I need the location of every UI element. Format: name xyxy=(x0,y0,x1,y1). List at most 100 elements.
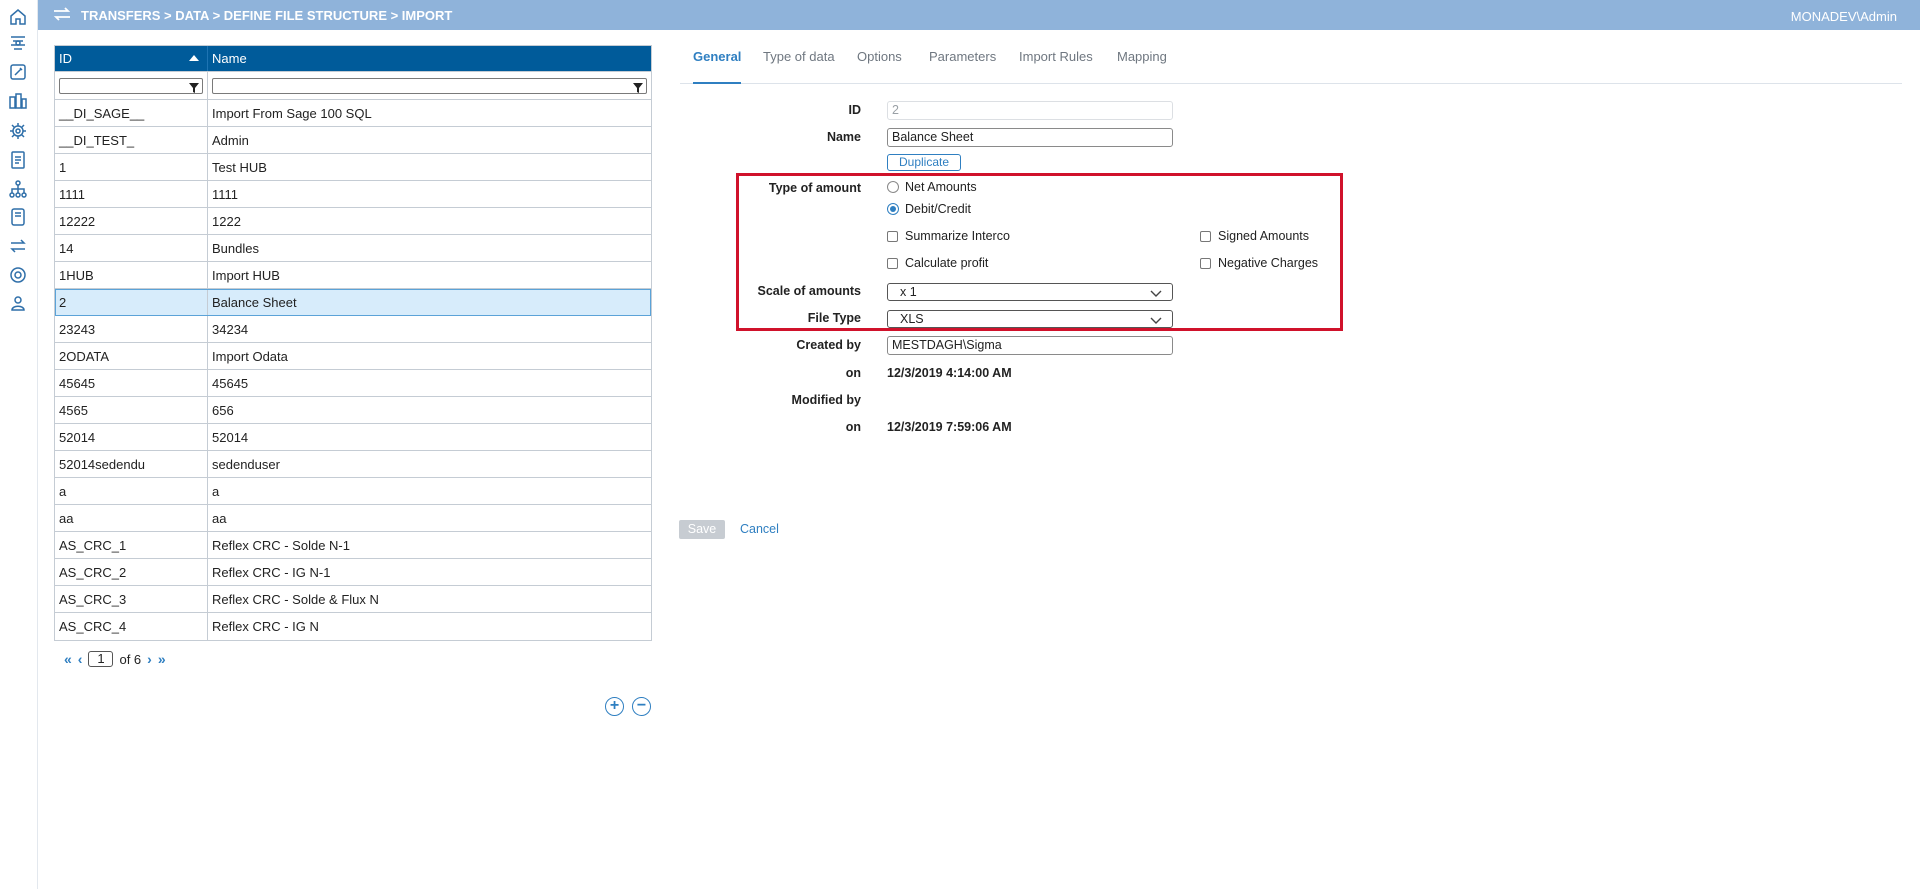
tab-import-rules[interactable]: Import Rules xyxy=(1019,48,1093,84)
table-row[interactable]: 12222 1222 xyxy=(55,208,651,235)
file-type-value: XLS xyxy=(900,312,924,326)
negative-charges-checkbox[interactable]: Negative Charges xyxy=(1200,256,1318,270)
table-row[interactable]: 4565 656 xyxy=(55,397,651,424)
debit-credit-label: Debit/Credit xyxy=(905,202,971,216)
table-row[interactable]: aa xyxy=(55,478,651,505)
table-row[interactable]: 52014 52014 xyxy=(55,424,651,451)
hierarchy-icon[interactable] xyxy=(7,178,29,200)
created-on-value: 12/3/2019 4:14:00 AM xyxy=(887,366,1012,380)
cell-name: 656 xyxy=(212,402,234,418)
cell-name: Test HUB xyxy=(212,159,267,175)
tab-bar: General Type of data Options Parameters … xyxy=(680,48,1902,84)
table-row[interactable]: 2ODATA Import Odata xyxy=(55,343,651,370)
highlight-box xyxy=(736,173,1343,331)
table-row[interactable]: aa aa xyxy=(55,505,651,532)
table-row[interactable]: AS_CRC_3 Reflex CRC - Solde & Flux N xyxy=(55,586,651,613)
remove-row-button[interactable]: − xyxy=(632,697,651,716)
save-button[interactable]: Save xyxy=(679,520,725,539)
cell-id: AS_CRC_1 xyxy=(55,532,208,558)
tab-options[interactable]: Options xyxy=(857,48,902,84)
table-row[interactable]: 23243 34234 xyxy=(55,316,651,343)
table-row[interactable]: AS_CRC_1 Reflex CRC - Solde N-1 xyxy=(55,532,651,559)
modified-on-value: 12/3/2019 7:59:06 AM xyxy=(887,420,1012,434)
book-icon[interactable] xyxy=(7,206,29,228)
table-row[interactable]: 1111 1111 xyxy=(55,181,651,208)
tab-type-of-data[interactable]: Type of data xyxy=(763,48,835,84)
cell-id: 23243 xyxy=(55,316,208,342)
cell-id: AS_CRC_3 xyxy=(55,586,208,612)
first-page-button[interactable]: « xyxy=(64,651,72,667)
net-amounts-radio[interactable]: Net Amounts xyxy=(887,180,977,194)
tab-parameters[interactable]: Parameters xyxy=(929,48,996,84)
tab-general[interactable]: General xyxy=(693,48,742,84)
scale-of-amounts-label: Scale of amounts xyxy=(757,284,862,298)
user-name[interactable]: MONADEV\Admin xyxy=(1791,9,1897,24)
transfer-icon[interactable] xyxy=(7,235,29,257)
org-chart-icon[interactable] xyxy=(7,91,29,113)
tab-mapping[interactable]: Mapping xyxy=(1117,48,1167,84)
summarize-interco-checkbox[interactable]: Summarize Interco xyxy=(887,229,1010,243)
filter-icon[interactable] xyxy=(633,81,643,93)
edit-icon[interactable] xyxy=(7,61,29,83)
cell-name: Reflex CRC - Solde N-1 xyxy=(212,537,350,553)
file-type-label: File Type xyxy=(807,311,861,325)
cell-name: Import HUB xyxy=(212,267,280,283)
table-row[interactable]: 1 Test HUB xyxy=(55,154,651,181)
cell-id: AS_CRC_2 xyxy=(55,559,208,585)
user-admin-icon[interactable] xyxy=(7,292,29,314)
cancel-link[interactable]: Cancel xyxy=(740,522,779,536)
cell-id: 2 xyxy=(55,289,208,315)
summarize-interco-label: Summarize Interco xyxy=(905,229,1010,243)
checkbox-icon xyxy=(1200,257,1211,269)
cell-name: aa xyxy=(212,510,227,526)
cell-name: 45645 xyxy=(212,375,249,391)
modified-by-label: Modified by xyxy=(791,393,861,407)
cell-name: Import Odata xyxy=(212,348,288,364)
table-row[interactable]: 2 Balance Sheet xyxy=(55,289,651,316)
table-row[interactable]: 52014sedendu sedenduser xyxy=(55,451,651,478)
calculate-profit-checkbox[interactable]: Calculate profit xyxy=(887,256,988,270)
table-row[interactable]: 45645 45645 xyxy=(55,370,651,397)
bug-icon[interactable] xyxy=(7,120,29,142)
checkbox-icon xyxy=(1200,230,1211,242)
grid-header-row: ID Name xyxy=(55,46,651,72)
report-icon[interactable] xyxy=(7,149,29,171)
file-type-select[interactable]: XLS xyxy=(887,310,1173,328)
table-row[interactable]: 14 Bundles xyxy=(55,235,651,262)
next-page-button[interactable]: › xyxy=(147,651,152,667)
radio-off-icon xyxy=(887,181,899,193)
cell-name: Import From Sage 100 SQL xyxy=(212,105,372,121)
table-row[interactable]: __DI_SAGE__ Import From Sage 100 SQL xyxy=(55,100,651,127)
id-filter-input[interactable] xyxy=(59,77,203,94)
table-row[interactable]: 1HUB Import HUB xyxy=(55,262,651,289)
type-of-amount-label: Type of amount xyxy=(768,181,861,195)
scale-of-amounts-select[interactable]: x 1 xyxy=(887,283,1173,301)
created-by-label: Created by xyxy=(796,338,861,352)
cell-id: 1HUB xyxy=(55,262,208,288)
name-filter-input[interactable] xyxy=(212,77,647,94)
debit-credit-radio[interactable]: Debit/Credit xyxy=(887,202,971,216)
table-row[interactable]: __DI_TEST_ Admin xyxy=(55,127,651,154)
filter-icon[interactable] xyxy=(189,81,199,93)
last-page-button[interactable]: » xyxy=(158,651,166,667)
layers-icon[interactable] xyxy=(7,32,29,54)
table-row[interactable]: AS_CRC_4 Reflex CRC - IG N xyxy=(55,613,651,640)
cell-id: 45645 xyxy=(55,370,208,396)
net-amounts-label: Net Amounts xyxy=(905,180,977,194)
previous-page-button[interactable]: ‹ xyxy=(78,651,83,667)
home-icon[interactable] xyxy=(7,6,29,28)
column-header-id[interactable]: ID xyxy=(55,46,208,71)
page-number-input[interactable]: 1 xyxy=(88,651,114,667)
checkbox-icon xyxy=(887,257,898,269)
signed-amounts-checkbox[interactable]: Signed Amounts xyxy=(1200,229,1309,243)
add-row-button[interactable]: + xyxy=(605,697,624,716)
column-header-name[interactable]: Name xyxy=(208,46,651,71)
cell-id: __DI_SAGE__ xyxy=(55,100,208,126)
settings-icon[interactable] xyxy=(7,264,29,286)
id-label: ID xyxy=(848,103,862,117)
name-field[interactable]: Balance Sheet xyxy=(887,128,1173,147)
scale-of-amounts-value: x 1 xyxy=(900,285,917,299)
table-row[interactable]: AS_CRC_2 Reflex CRC - IG N-1 xyxy=(55,559,651,586)
grid-filter-row xyxy=(55,72,651,100)
duplicate-button[interactable]: Duplicate xyxy=(887,154,961,171)
